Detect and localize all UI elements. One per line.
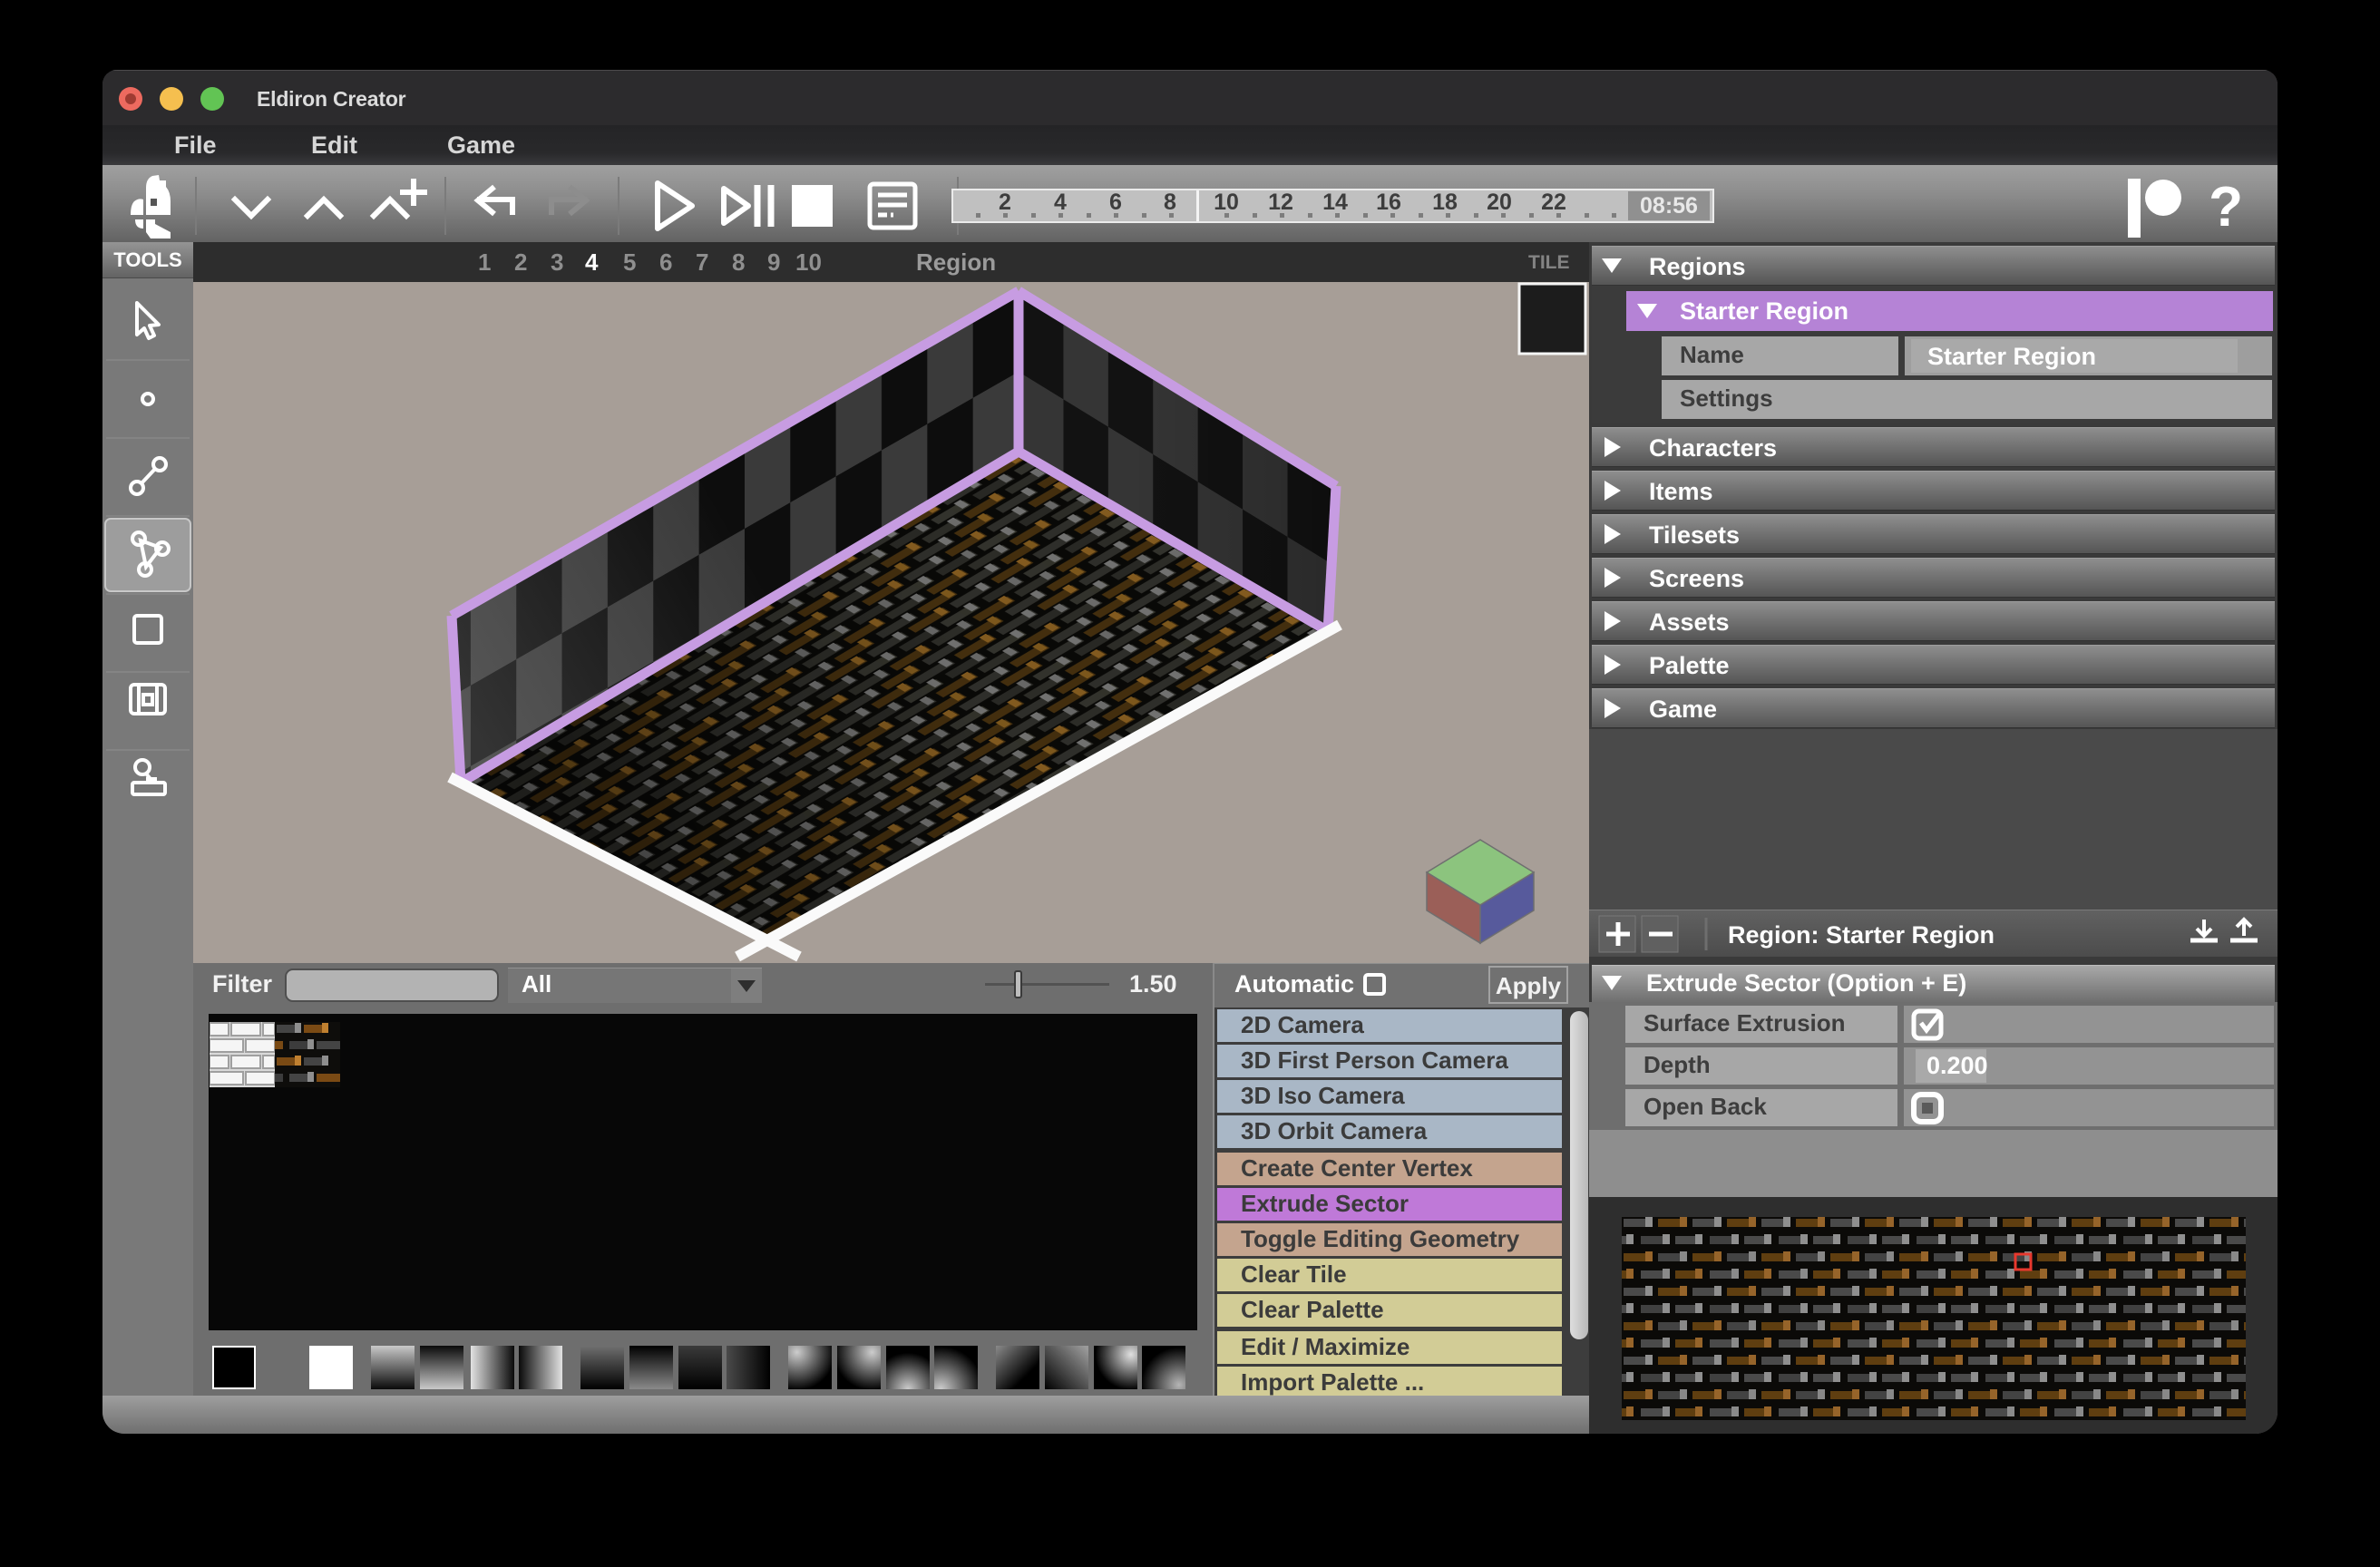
- svg-text:?: ?: [2209, 176, 2243, 238]
- svg-text:Region: Starter Region: Region: Starter Region: [1728, 921, 1995, 949]
- svg-text:14: 14: [1322, 190, 1348, 215]
- svg-text:8: 8: [1164, 190, 1176, 215]
- svg-text:4: 4: [1054, 190, 1067, 215]
- svg-text:10: 10: [1214, 190, 1239, 215]
- svg-text:08:56: 08:56: [1640, 193, 1698, 219]
- svg-text:12: 12: [1268, 190, 1293, 215]
- svg-text:6: 6: [1109, 190, 1122, 215]
- svg-text:22: 22: [1541, 190, 1566, 215]
- svg-text:20: 20: [1487, 190, 1512, 215]
- svg-text:16: 16: [1376, 190, 1401, 215]
- svg-text:2: 2: [999, 190, 1011, 215]
- svg-text:18: 18: [1432, 190, 1458, 215]
